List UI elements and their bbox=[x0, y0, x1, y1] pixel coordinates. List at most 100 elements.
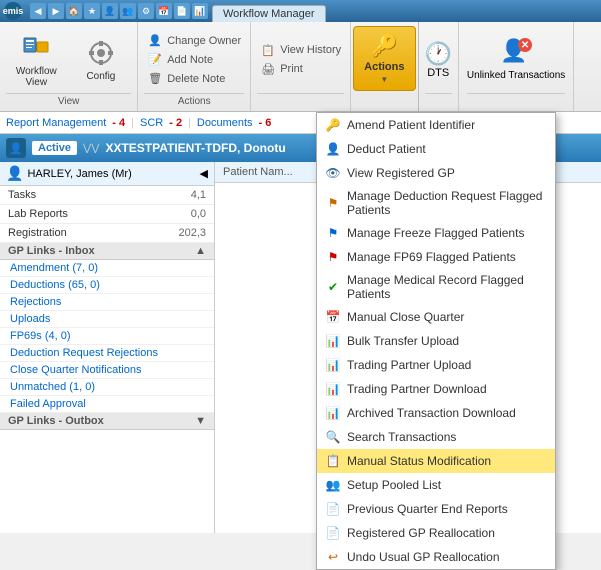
dropdown-item-6[interactable]: ✔Manage Medical Record Flagged Patients bbox=[317, 269, 555, 305]
sidebar-patient: 👤 HARLEY, James (Mr) ◀ bbox=[0, 162, 214, 186]
failed-approval-item[interactable]: Failed Approval bbox=[0, 396, 214, 413]
dropdown-item-7[interactable]: 📅Manual Close Quarter bbox=[317, 305, 555, 329]
actions-key-icon: 🔑 bbox=[371, 33, 398, 59]
section-collapse-icon[interactable]: ▲ bbox=[195, 245, 206, 257]
dropdown-item-label-2: View Registered GP bbox=[347, 166, 455, 180]
patient-name: XXTESTPATIENT-TDFD, Donotu bbox=[105, 141, 285, 155]
deductions-item[interactable]: Deductions (65, 0) bbox=[0, 277, 214, 294]
sidebar-collapse-icon[interactable]: ◀ bbox=[200, 167, 208, 180]
title-tabs: Workflow Manager bbox=[212, 0, 326, 22]
dropdown-item-12[interactable]: 🔍 Search Transactions bbox=[317, 425, 555, 449]
person-icon-1[interactable]: 👤 bbox=[102, 3, 118, 19]
fp69s-item[interactable]: FP69s (4, 0) bbox=[0, 328, 214, 345]
dropdown-item-label-8: Bulk Transfer Upload bbox=[347, 334, 459, 348]
star-icon[interactable]: ★ bbox=[84, 3, 100, 19]
workflow-view-icon bbox=[20, 32, 52, 64]
calendar-icon[interactable]: 📅 bbox=[156, 3, 172, 19]
dropdown-item-9[interactable]: 📊 Trading Partner Upload bbox=[317, 353, 555, 377]
dropdown-item-label-12: Search Transactions bbox=[347, 430, 456, 444]
view-history-group: 📋 View History 🖨 Print bbox=[251, 22, 351, 111]
person-icon-2[interactable]: 👥 bbox=[120, 3, 136, 19]
documents-count: - 6 bbox=[259, 117, 272, 129]
chart-icon[interactable]: 📊 bbox=[192, 3, 208, 19]
dropdown-item-icon-6: ✔ bbox=[325, 279, 341, 295]
dropdown-item-icon-9: 📊 bbox=[325, 357, 341, 373]
gp-links-inbox-header: GP Links - Inbox ▲ bbox=[0, 243, 214, 260]
dropdown-item-label-0: Amend Patient Identifier bbox=[347, 118, 475, 132]
sidebar: 👤 HARLEY, James (Mr) ◀ Tasks 4,1 Lab Rep… bbox=[0, 162, 215, 533]
delete-note-icon: 🗑 bbox=[147, 71, 163, 87]
view-history-buttons: 📋 View History 🖨 Print bbox=[257, 26, 344, 93]
doc-icon[interactable]: 📄 bbox=[174, 3, 190, 19]
dropdown-item-label-10: Trading Partner Download bbox=[347, 382, 487, 396]
dropdown-item-label-5: Manage FP69 Flagged Patients bbox=[347, 250, 516, 264]
nav-back-icon[interactable]: ◀ bbox=[30, 3, 46, 19]
dropdown-item-label-7: Manual Close Quarter bbox=[347, 310, 464, 324]
add-note-button[interactable]: 📝 Add Note bbox=[144, 51, 244, 69]
dropdown-item-icon-12: 🔍 bbox=[325, 429, 341, 445]
dropdown-item-label-3: Manage Deduction Request Flagged Patient… bbox=[347, 189, 547, 217]
dropdown-item-label-4: Manage Freeze Flagged Patients bbox=[347, 226, 524, 240]
dropdown-item-icon-16: 📄 bbox=[325, 525, 341, 541]
dropdown-item-4[interactable]: ⚑ Manage Freeze Flagged Patients bbox=[317, 221, 555, 245]
dropdown-item-label-15: Previous Quarter End Reports bbox=[347, 502, 508, 516]
dropdown-item-17[interactable]: ↩Undo Usual GP Reallocation bbox=[317, 545, 555, 569]
unmatched-item[interactable]: Unmatched (1, 0) bbox=[0, 379, 214, 396]
dropdown-item-11[interactable]: 📊Archived Transaction Download bbox=[317, 401, 555, 425]
chevron-down-icon: ⋁⋁ bbox=[83, 143, 99, 154]
workflow-manager-tab[interactable]: Workflow Manager bbox=[212, 5, 326, 22]
uploads-item[interactable]: Uploads bbox=[0, 311, 214, 328]
scr-link[interactable]: SCR bbox=[140, 117, 163, 129]
change-owner-button[interactable]: 👤 Change Owner bbox=[144, 32, 244, 50]
registration-row[interactable]: Registration 202,3 bbox=[0, 224, 214, 243]
dropdown-item-icon-4: ⚑ bbox=[325, 225, 341, 241]
outbox-collapse-icon[interactable]: ▼ bbox=[195, 415, 206, 427]
close-quarter-item[interactable]: Close Quarter Notifications bbox=[0, 362, 214, 379]
dropdown-item-icon-3: ⚑ bbox=[325, 195, 341, 211]
dropdown-item-14[interactable]: 👥Setup Pooled List bbox=[317, 473, 555, 497]
dropdown-item-3[interactable]: ⚑ Manage Deduction Request Flagged Patien… bbox=[317, 185, 555, 221]
title-bar: emis ◀ ▶ 🏠 ★ 👤 👥 ⚙ 📅 📄 📊 Workflow Manage… bbox=[0, 0, 601, 22]
dropdown-item-label-9: Trading Partner Upload bbox=[347, 358, 471, 372]
unlinked-transactions-button[interactable]: 👤 ✕ Unlinked Transactions bbox=[467, 26, 565, 93]
tasks-row[interactable]: Tasks 4,1 bbox=[0, 186, 214, 205]
workflow-view-button[interactable]: Workflow View bbox=[6, 28, 67, 92]
settings-icon[interactable]: ⚙ bbox=[138, 3, 154, 19]
dropdown-item-13[interactable]: 📋Manual Status Modification bbox=[317, 449, 555, 473]
documents-link[interactable]: Documents bbox=[197, 117, 253, 129]
active-badge: Active bbox=[32, 141, 77, 155]
dts-group: 🕐 DTS bbox=[419, 22, 459, 111]
separator-2: | bbox=[188, 117, 191, 129]
nav-forward-icon[interactable]: ▶ bbox=[48, 3, 64, 19]
dropdown-item-8[interactable]: 📊Bulk Transfer Upload bbox=[317, 329, 555, 353]
dropdown-item-icon-1: 👤 bbox=[325, 141, 341, 157]
delete-note-button[interactable]: 🗑 Delete Note bbox=[144, 70, 244, 88]
report-management-link[interactable]: Report Management bbox=[6, 117, 106, 129]
ribbon: Workflow View Config View bbox=[0, 22, 601, 112]
actions-button[interactable]: 🔑 Actions ▼ bbox=[353, 26, 415, 91]
deduction-request-rejections-item[interactable]: Deduction Request Rejections bbox=[0, 345, 214, 362]
dts-button[interactable]: 🕐 DTS bbox=[425, 26, 452, 93]
dropdown-item-5[interactable]: ⚑Manage FP69 Flagged Patients bbox=[317, 245, 555, 269]
dropdown-item-icon-0: 🔑 bbox=[325, 117, 341, 133]
print-button[interactable]: 🖨 Print bbox=[257, 60, 344, 78]
dropdown-item-2[interactable]: 👁 View Registered GP bbox=[317, 161, 555, 185]
view-history-button[interactable]: 📋 View History bbox=[257, 41, 344, 59]
home-icon[interactable]: 🏠 bbox=[66, 3, 82, 19]
gp-links-outbox-header: GP Links - Outbox ▼ bbox=[0, 413, 214, 430]
add-note-icon: 📝 bbox=[147, 52, 163, 68]
view-history-icon: 📋 bbox=[260, 42, 276, 58]
lab-reports-row[interactable]: Lab Reports 0,0 bbox=[0, 205, 214, 224]
dropdown-item-0[interactable]: 🔑 Amend Patient Identifier bbox=[317, 113, 555, 137]
dropdown-item-icon-2: 👁 bbox=[325, 165, 341, 181]
view-group: Workflow View Config View bbox=[0, 22, 138, 111]
amendment-item[interactable]: Amendment (7, 0) bbox=[0, 260, 214, 277]
dropdown-item-15[interactable]: 📄 Previous Quarter End Reports bbox=[317, 497, 555, 521]
dropdown-item-label-14: Setup Pooled List bbox=[347, 478, 441, 492]
config-button[interactable]: Config bbox=[71, 33, 132, 86]
dropdown-item-icon-15: 📄 bbox=[325, 501, 341, 517]
dropdown-item-10[interactable]: 📊Trading Partner Download bbox=[317, 377, 555, 401]
dropdown-item-1[interactable]: 👤Deduct Patient bbox=[317, 137, 555, 161]
dropdown-item-16[interactable]: 📄Registered GP Reallocation bbox=[317, 521, 555, 545]
rejections-item[interactable]: Rejections bbox=[0, 294, 214, 311]
